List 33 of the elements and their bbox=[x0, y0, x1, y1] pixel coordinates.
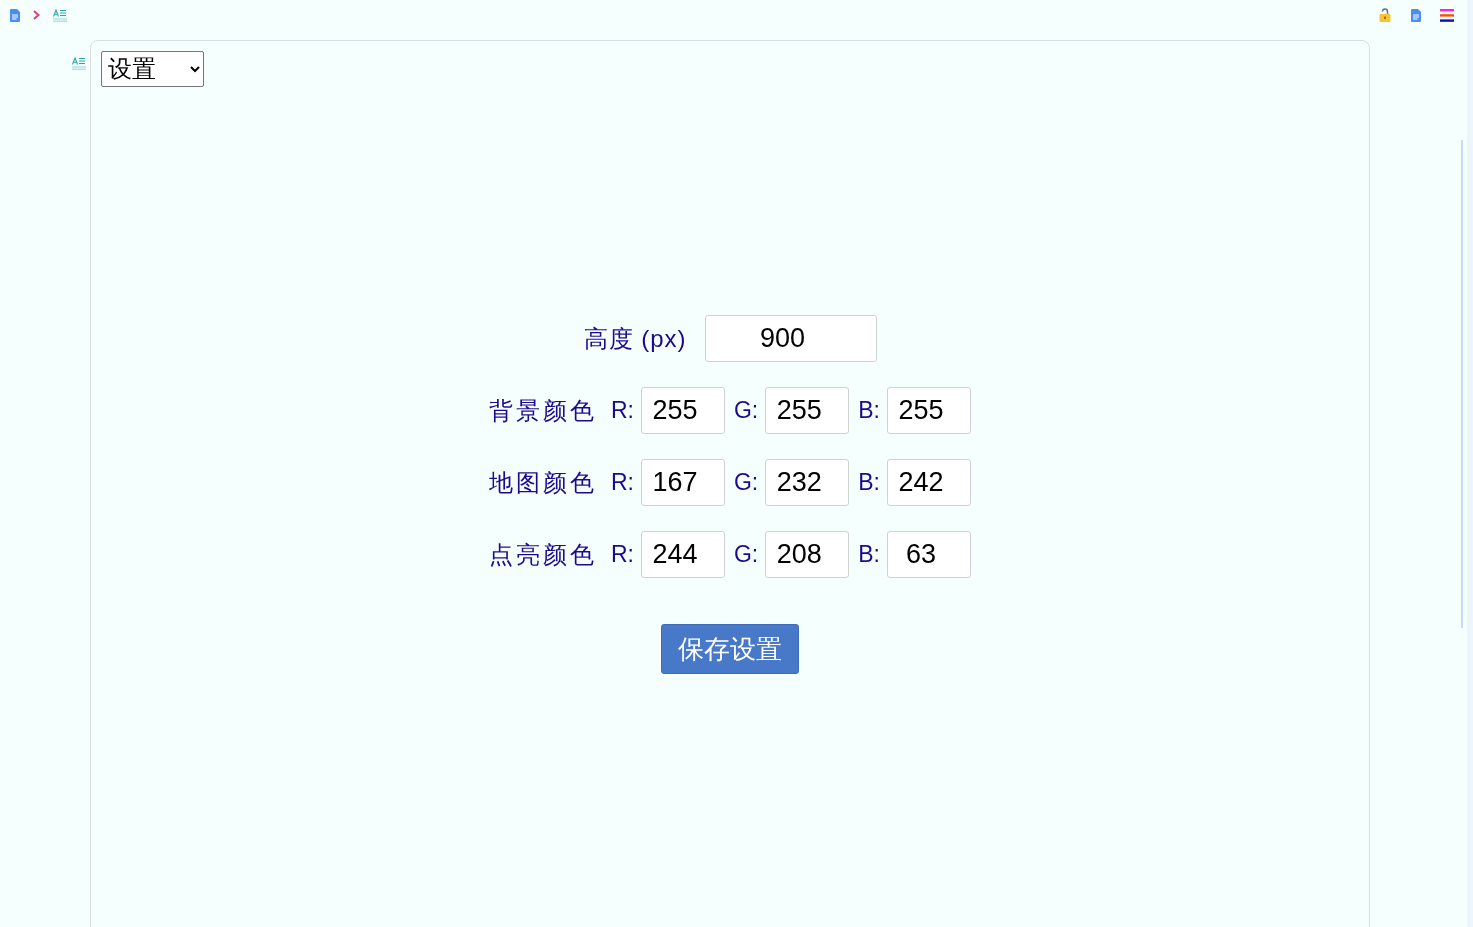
document-icon[interactable] bbox=[10, 8, 20, 22]
channel-input[interactable]: 63 bbox=[887, 531, 971, 578]
channel-label: G: bbox=[734, 397, 759, 424]
save-button[interactable]: 保存设置 bbox=[661, 624, 799, 674]
chevron-right-icon bbox=[33, 10, 40, 20]
channel-label: B: bbox=[858, 469, 880, 496]
channel-label: R: bbox=[611, 541, 634, 568]
field-label: 地图颜色 bbox=[489, 467, 597, 498]
channel-input[interactable]: 255 bbox=[641, 387, 725, 434]
channel-label: B: bbox=[858, 541, 880, 568]
channel-input[interactable]: 255 bbox=[765, 387, 850, 434]
channel-label: G: bbox=[734, 469, 759, 496]
field-label: 点亮颜色 bbox=[489, 539, 597, 570]
channel-input[interactable]: 244 bbox=[641, 531, 725, 578]
scrollbar-thumb[interactable] bbox=[1461, 140, 1463, 628]
document-icon[interactable] bbox=[1411, 8, 1421, 22]
field-label: 背景颜色 bbox=[489, 395, 597, 426]
channel-input[interactable]: 255 bbox=[887, 387, 971, 434]
menu-icon[interactable] bbox=[1440, 8, 1454, 22]
height-input[interactable]: 900 bbox=[704, 315, 877, 362]
channel-label: R: bbox=[611, 397, 634, 424]
channel-label: R: bbox=[611, 469, 634, 496]
channel-input[interactable]: 232 bbox=[765, 459, 850, 506]
channel-label: G: bbox=[734, 541, 759, 568]
field-label: 高度 (px) bbox=[583, 323, 687, 354]
channel-label: B: bbox=[858, 397, 880, 424]
channel-input[interactable]: 167 bbox=[641, 459, 725, 506]
channel-input[interactable]: 242 bbox=[887, 459, 971, 506]
text-format-icon[interactable] bbox=[53, 8, 67, 22]
channel-input[interactable]: 208 bbox=[765, 531, 850, 578]
padlock-icon[interactable] bbox=[1379, 8, 1391, 22]
view-select[interactable]: 设置 bbox=[101, 51, 204, 87]
text-format-icon[interactable] bbox=[72, 57, 86, 70]
